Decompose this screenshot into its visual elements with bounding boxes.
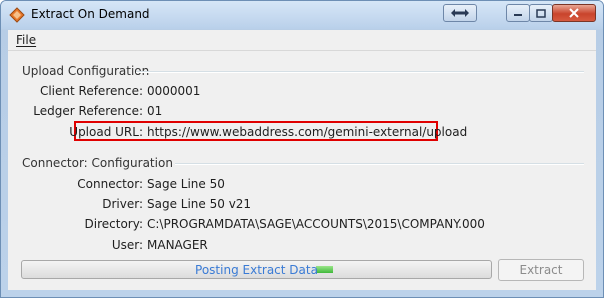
client-reference-value: 0000001 <box>147 84 201 98</box>
directory-label: Directory: <box>84 217 143 231</box>
progress-bar: Posting Extract Data <box>21 260 492 279</box>
minimize-icon <box>514 14 522 16</box>
connector-configuration-heading: Connector: Configuration <box>22 156 173 170</box>
extract-button[interactable]: Extract <box>498 259 584 281</box>
user-value: MANAGER <box>147 238 208 252</box>
connector-label: Connector: <box>77 177 143 191</box>
resize-arrows-icon <box>451 9 469 17</box>
minimize-button[interactable] <box>506 4 530 22</box>
upload-separator <box>136 71 584 73</box>
maximize-icon <box>536 8 546 18</box>
maximize-button[interactable] <box>529 4 553 22</box>
driver-label: Driver: <box>102 197 143 211</box>
connector-value: Sage Line 50 <box>147 177 225 191</box>
menu-file[interactable]: File <box>16 33 36 47</box>
directory-value: C:\PROGRAMDATA\SAGE\ACCOUNTS\2015\COMPAN… <box>147 217 485 231</box>
ledger-reference-value: 01 <box>147 104 163 118</box>
connector-separator <box>175 163 584 165</box>
client-reference-label: Client Reference: <box>39 84 143 98</box>
user-label: User: <box>111 238 143 252</box>
app-icon <box>9 7 25 23</box>
close-icon <box>569 8 579 18</box>
window-title: Extract On Demand <box>31 7 150 21</box>
app-window: Extract On Demand File Upload Configurat… <box>0 0 604 298</box>
driver-value: Sage Line 50 v21 <box>147 197 252 211</box>
title-bar: Extract On Demand <box>1 1 603 29</box>
ledger-reference-label: Ledger Reference: <box>33 104 143 118</box>
upload-url-value: https://www.webaddress.com/gemini-extern… <box>147 125 468 139</box>
upload-url-label: Upload URL: <box>69 125 143 139</box>
client-area: Upload Configuration Client Reference: 0… <box>8 51 596 290</box>
menu-bar: File <box>8 30 596 51</box>
resize-button[interactable] <box>443 4 477 22</box>
close-button[interactable] <box>552 4 596 22</box>
upload-configuration-heading: Upload Configuration <box>22 64 150 78</box>
progress-status-text: Posting Extract Data <box>195 263 318 277</box>
